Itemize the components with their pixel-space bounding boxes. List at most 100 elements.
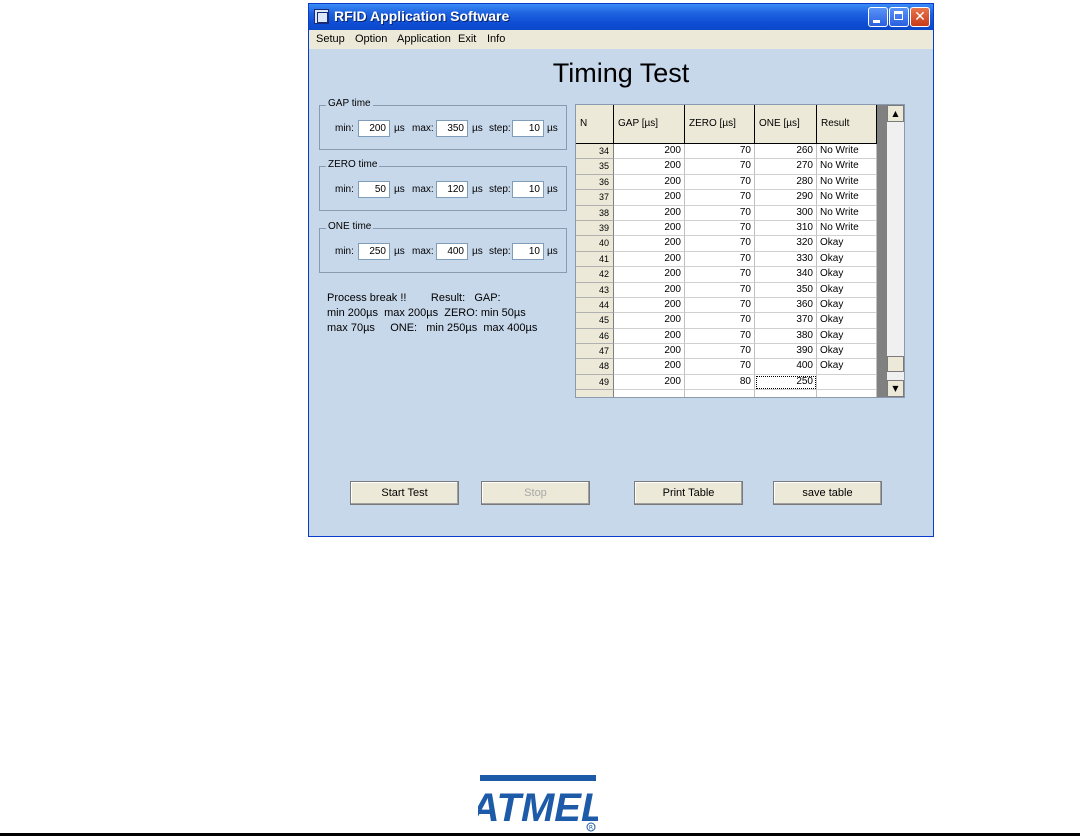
cell-n[interactable]: 45 xyxy=(576,313,614,329)
cell-zero[interactable]: 70 xyxy=(685,359,755,375)
cell-result[interactable]: Okay xyxy=(817,344,877,360)
minimize-icon[interactable] xyxy=(868,7,888,27)
table-row[interactable]: 45 200 70 370 Okay xyxy=(576,313,877,329)
title-bar[interactable]: RFID Application Software ✕ xyxy=(309,4,933,30)
maximize-icon[interactable] xyxy=(889,7,909,27)
cell-zero[interactable]: 70 xyxy=(685,297,755,314)
cell-gap[interactable]: 200 xyxy=(614,359,685,375)
cell-gap[interactable] xyxy=(614,390,685,397)
cell-n[interactable]: 43 xyxy=(576,282,614,298)
results-table[interactable]: N GAP [µs] ZERO [µs] ONE [µs] Result 34 2… xyxy=(575,104,905,398)
zero-max-input[interactable]: 120 xyxy=(436,181,468,198)
cell-n[interactable]: 42 xyxy=(576,267,614,283)
cell-zero[interactable] xyxy=(685,390,755,397)
cell-result[interactable]: Okay xyxy=(817,282,877,298)
save-table-button[interactable]: save table xyxy=(773,481,882,505)
cell-n[interactable]: 35 xyxy=(576,159,614,175)
cell-one[interactable]: 250 xyxy=(755,374,817,391)
cell-gap[interactable]: 200 xyxy=(614,297,685,314)
cell-gap[interactable]: 200 xyxy=(614,159,685,175)
cell-n[interactable]: 36 xyxy=(576,174,614,191)
cell-gap[interactable]: 200 xyxy=(614,205,685,221)
print-table-button[interactable]: Print Table xyxy=(634,481,743,505)
table-row[interactable]: 38 200 70 300 No Write xyxy=(576,205,877,221)
zero-step-input[interactable]: 10 xyxy=(512,181,544,198)
gap-max-input[interactable]: 350 xyxy=(436,120,468,137)
cell-n[interactable]: 44 xyxy=(576,297,614,314)
cell-zero[interactable]: 70 xyxy=(685,313,755,329)
menu-info[interactable]: Info xyxy=(487,33,505,45)
cell-gap[interactable]: 200 xyxy=(614,328,685,345)
cell-n[interactable]: 37 xyxy=(576,190,614,206)
menu-option[interactable]: Option xyxy=(355,33,387,45)
cell-gap[interactable]: 200 xyxy=(614,190,685,206)
cell-gap[interactable]: 200 xyxy=(614,144,685,160)
cell-one[interactable]: 260 xyxy=(755,144,817,160)
table-row[interactable]: 49 200 80 250 xyxy=(576,374,877,391)
menu-setup[interactable]: Setup xyxy=(316,33,345,45)
cell-gap[interactable]: 200 xyxy=(614,282,685,298)
cell-result[interactable]: Okay xyxy=(817,236,877,252)
cell-n[interactable]: 34 xyxy=(576,144,614,160)
cell-zero[interactable]: 70 xyxy=(685,282,755,298)
gap-step-input[interactable]: 10 xyxy=(512,120,544,137)
column-header-one[interactable]: ONE [µs] xyxy=(755,105,817,144)
cell-n[interactable]: 39 xyxy=(576,220,614,237)
cell-gap[interactable]: 200 xyxy=(614,344,685,360)
cell-zero[interactable]: 70 xyxy=(685,236,755,252)
cell-gap[interactable]: 200 xyxy=(614,236,685,252)
cell-result[interactable]: Okay xyxy=(817,313,877,329)
cell-result[interactable]: Okay xyxy=(817,251,877,268)
cell-one[interactable]: 320 xyxy=(755,236,817,252)
cell-zero[interactable]: 70 xyxy=(685,205,755,221)
cell-one[interactable]: 330 xyxy=(755,251,817,268)
stop-button[interactable]: Stop xyxy=(481,481,590,505)
cell-result[interactable] xyxy=(817,390,877,397)
cell-one[interactable]: 310 xyxy=(755,220,817,237)
cell-n[interactable]: 40 xyxy=(576,236,614,252)
cell-one[interactable]: 350 xyxy=(755,282,817,298)
cell-result[interactable]: Okay xyxy=(817,267,877,283)
cell-n[interactable]: 46 xyxy=(576,328,614,345)
table-row[interactable]: 44 200 70 360 Okay xyxy=(576,297,877,314)
cell-n[interactable]: 48 xyxy=(576,359,614,375)
arrow-down-icon[interactable]: ▼ xyxy=(887,380,904,397)
table-row[interactable]: 43 200 70 350 Okay xyxy=(576,282,877,298)
cell-one[interactable]: 340 xyxy=(755,267,817,283)
cell-n[interactable] xyxy=(576,390,614,397)
gap-min-input[interactable]: 200 xyxy=(358,120,390,137)
cell-gap[interactable]: 200 xyxy=(614,374,685,391)
cell-zero[interactable]: 70 xyxy=(685,144,755,160)
cell-zero[interactable]: 70 xyxy=(685,251,755,268)
cell-n[interactable]: 49 xyxy=(576,374,614,391)
cell-gap[interactable]: 200 xyxy=(614,267,685,283)
cell-one[interactable]: 360 xyxy=(755,297,817,314)
table-row[interactable]: 40 200 70 320 Okay xyxy=(576,236,877,252)
close-icon[interactable]: ✕ xyxy=(910,7,930,27)
cell-zero[interactable]: 70 xyxy=(685,328,755,345)
menu-exit[interactable]: Exit xyxy=(458,33,476,45)
cell-result[interactable]: No Write xyxy=(817,144,877,160)
zero-min-input[interactable]: 50 xyxy=(358,181,390,198)
table-row[interactable]: 36 200 70 280 No Write xyxy=(576,174,877,191)
cell-one[interactable]: 270 xyxy=(755,159,817,175)
cell-one[interactable]: 290 xyxy=(755,190,817,206)
cell-result[interactable]: Okay xyxy=(817,328,877,345)
one-max-input[interactable]: 400 xyxy=(436,243,468,260)
vertical-scrollbar[interactable]: ▲ ▼ xyxy=(887,105,904,397)
cell-gap[interactable]: 200 xyxy=(614,251,685,268)
table-row[interactable]: 47 200 70 390 Okay xyxy=(576,344,877,360)
cell-result[interactable] xyxy=(817,374,877,391)
cell-zero[interactable]: 70 xyxy=(685,344,755,360)
cell-gap[interactable]: 200 xyxy=(614,174,685,191)
cell-one[interactable]: 300 xyxy=(755,205,817,221)
one-min-input[interactable]: 250 xyxy=(358,243,390,260)
cell-one[interactable]: 280 xyxy=(755,174,817,191)
cell-n[interactable]: 38 xyxy=(576,205,614,221)
cell-result[interactable]: No Write xyxy=(817,205,877,221)
cell-one[interactable]: 370 xyxy=(755,313,817,329)
cell-zero[interactable]: 70 xyxy=(685,174,755,191)
menu-application[interactable]: Application xyxy=(397,33,451,45)
cell-n[interactable]: 47 xyxy=(576,344,614,360)
scrollbar-thumb[interactable] xyxy=(887,356,904,372)
